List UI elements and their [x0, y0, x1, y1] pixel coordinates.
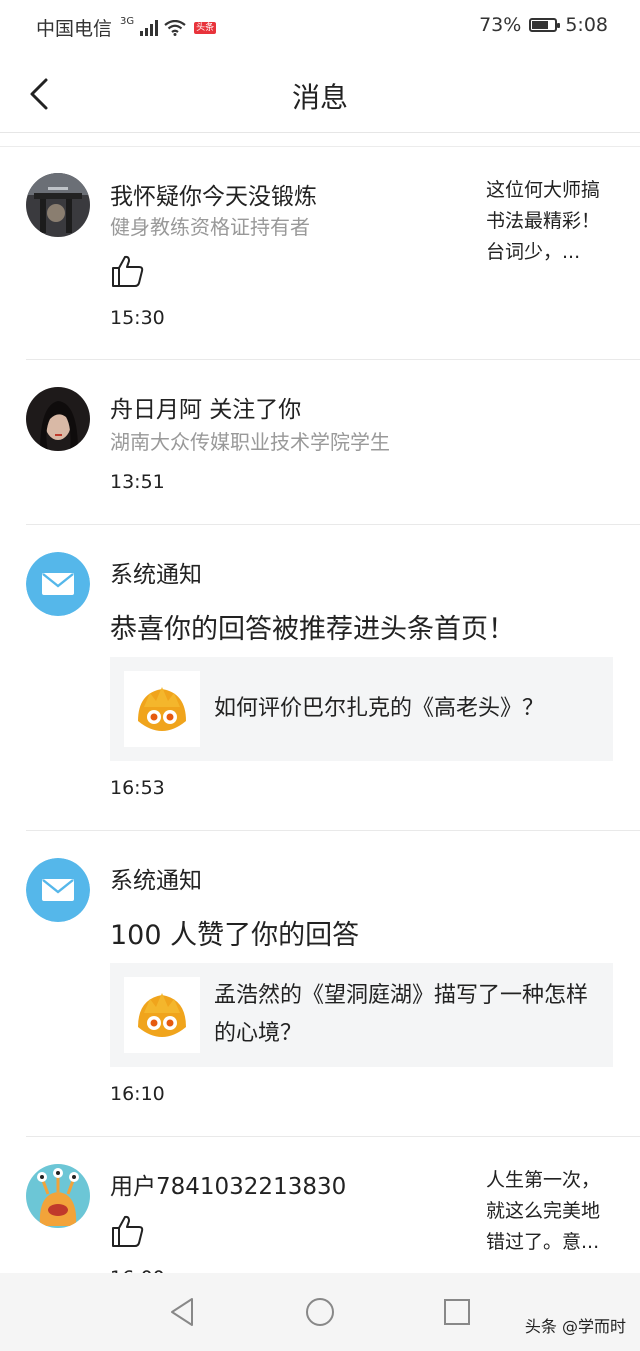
- question-thumbnail: [124, 671, 200, 747]
- sender-name[interactable]: 舟日月阿 关注了你: [110, 390, 301, 424]
- mail-icon: [26, 858, 90, 922]
- avatar: [26, 858, 90, 922]
- question-card[interactable]: 孟浩然的《望洞庭湖》描写了一种怎样的心境？: [110, 963, 613, 1067]
- nav-recent-button[interactable]: [440, 1295, 474, 1329]
- thumbs-up-icon: [112, 1215, 144, 1247]
- message-item[interactable]: 我怀疑你今天没锻炼 健身教练资格证持有者 15:30 这位何大师搞书法最精彩！台…: [0, 147, 640, 360]
- signal-icon: [140, 19, 159, 36]
- status-left: 中国电信 3G 头条: [36, 14, 217, 41]
- content-snippet[interactable]: 这位何大师搞书法最精彩！台词少，...: [486, 175, 616, 268]
- message-time: 13:51: [110, 471, 165, 493]
- wukong-logo-icon: [138, 687, 186, 731]
- message-item[interactable]: 用户7841032213830 16:00 人生第一次，就这么完美地错过了。意.…: [0, 1137, 640, 1277]
- page-title: 消息: [291, 81, 348, 114]
- sender-title: 湖南大众传媒职业技术学院学生: [110, 430, 390, 454]
- battery-fill: [532, 21, 549, 29]
- nav-back-button[interactable]: [166, 1295, 200, 1329]
- triangle-back-icon: [171, 1298, 193, 1326]
- battery-percent: 73%: [479, 14, 522, 36]
- square-recent-icon: [444, 1299, 470, 1325]
- like-button[interactable]: [110, 253, 146, 289]
- avatar[interactable]: [26, 173, 90, 237]
- sender-name[interactable]: 我怀疑你今天没锻炼: [110, 177, 317, 211]
- question-card[interactable]: 如何评价巴尔扎克的《高老头》？: [110, 657, 613, 761]
- message-time: 16:10: [110, 1083, 165, 1105]
- circle-home-icon: [306, 1298, 334, 1326]
- message-time: 16:53: [110, 777, 165, 799]
- notification-message: 100 人赞了你的回答: [110, 920, 360, 951]
- watermark: 头条 @学而时: [524, 1317, 626, 1336]
- network-type: 3G: [120, 16, 135, 27]
- question-thumbnail: [124, 977, 200, 1053]
- avatar[interactable]: [26, 1164, 90, 1228]
- app-header: 消息: [0, 56, 640, 133]
- wifi-icon: [164, 19, 186, 36]
- mail-icon: [26, 552, 90, 616]
- clock: 5:08: [565, 14, 608, 36]
- thumbs-up-icon: [112, 255, 144, 287]
- avatar: [26, 552, 90, 616]
- carrier-name: 中国电信: [36, 18, 113, 40]
- question-title[interactable]: 如何评价巴尔扎克的《高老头》？: [214, 690, 593, 728]
- sender-title: 健身教练资格证持有者: [110, 215, 310, 239]
- user-avatar-image: [26, 387, 90, 451]
- notification-title: 系统通知: [110, 868, 202, 894]
- system-notification-item[interactable]: 系统通知 恭喜你的回答被推荐进头条首页！ 如何评价巴尔扎克的《高老头》？ 16:…: [0, 525, 640, 831]
- nav-home-button[interactable]: [303, 1295, 337, 1329]
- monster-avatar-image: [26, 1164, 90, 1228]
- sender-name[interactable]: 用户7841032213830: [110, 1167, 346, 1201]
- notification-title: 系统通知: [110, 562, 202, 588]
- message-time: 15:30: [110, 307, 165, 329]
- message-item[interactable]: 舟日月阿 关注了你 湖南大众传媒职业技术学院学生 13:51: [0, 360, 640, 525]
- system-nav-bar: 头条 @学而时: [0, 1273, 640, 1351]
- gym-avatar-image: [26, 173, 90, 237]
- system-notification-item[interactable]: 系统通知 100 人赞了你的回答 孟浩然的《望洞庭湖》描写了一种怎样的心境？ 1…: [0, 831, 640, 1137]
- status-bar: 中国电信 3G 头条 73% 5:08: [0, 0, 640, 56]
- notification-message: 恭喜你的回答被推荐进头条首页！: [110, 614, 515, 645]
- avatar[interactable]: [26, 387, 90, 451]
- content-snippet[interactable]: 人生第一次，就这么完美地错过了。意...: [486, 1165, 616, 1258]
- wukong-logo-icon: [138, 993, 186, 1037]
- question-title[interactable]: 孟浩然的《望洞庭湖》描写了一种怎样的心境？: [214, 977, 593, 1053]
- like-button[interactable]: [110, 1213, 146, 1249]
- battery-icon: [529, 18, 561, 32]
- toutiao-badge: 头条: [194, 21, 217, 34]
- status-right: 73% 5:08: [479, 14, 608, 36]
